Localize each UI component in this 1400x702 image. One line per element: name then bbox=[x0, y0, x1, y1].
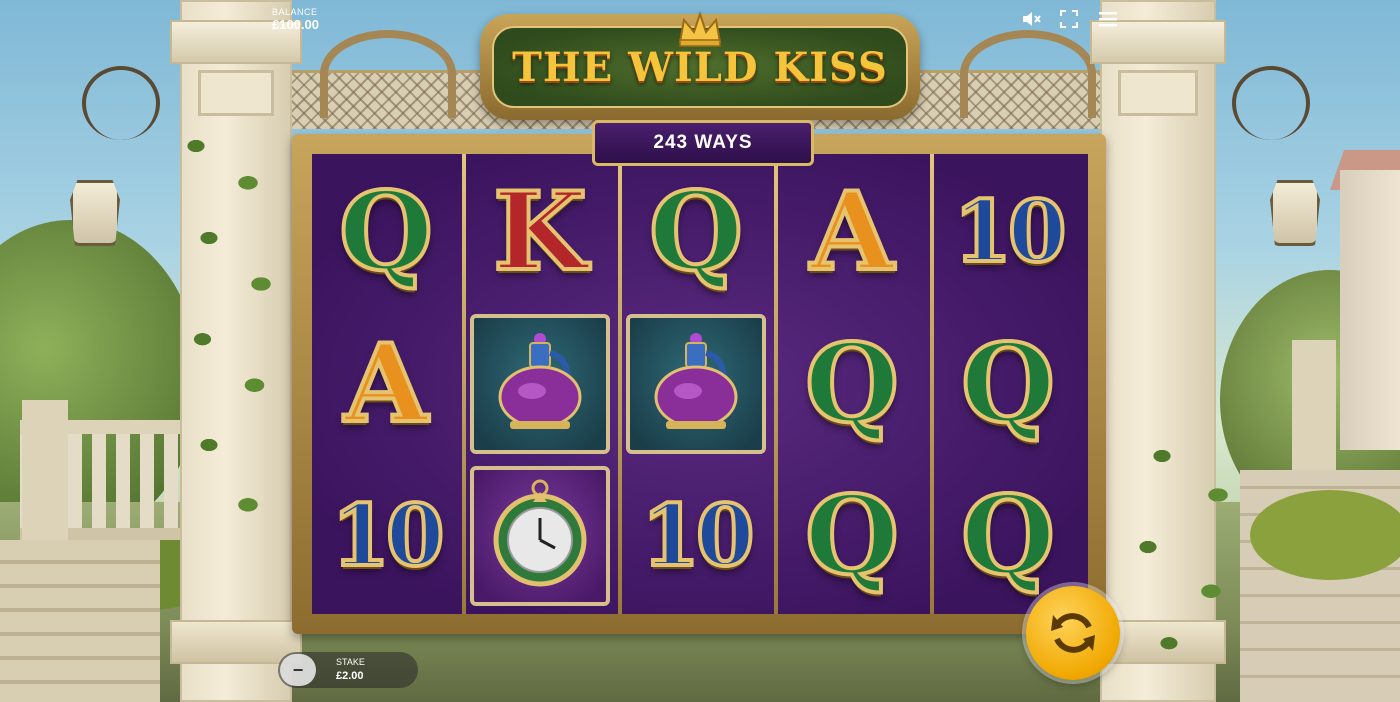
stake-label: STAKE bbox=[336, 657, 365, 667]
symbol-label: Q bbox=[959, 321, 1057, 447]
symbol-q: Q bbox=[778, 310, 926, 458]
decrease-stake-button[interactable]: − bbox=[280, 654, 316, 686]
fullscreen-icon[interactable] bbox=[1058, 8, 1080, 30]
symbol-label: A bbox=[342, 321, 430, 447]
symbol-q: Q bbox=[622, 158, 770, 306]
symbol-a: A bbox=[312, 310, 460, 458]
symbol-ten: 10 bbox=[934, 158, 1082, 306]
balustrade-post-left bbox=[22, 400, 68, 540]
symbol-q: Q bbox=[312, 158, 460, 306]
potion-symbol-icon bbox=[622, 310, 770, 458]
ways-label: 243 WAYS bbox=[653, 132, 753, 153]
ivy-vine-right bbox=[1120, 430, 1260, 690]
symbol-k: K bbox=[466, 158, 614, 306]
symbol-ten: 10 bbox=[622, 462, 770, 610]
stairs-left bbox=[0, 540, 160, 702]
spin-button[interactable] bbox=[1026, 586, 1120, 680]
ivy-vine-left bbox=[170, 100, 300, 560]
balustrade-post-right bbox=[1292, 340, 1336, 470]
spin-arrows-icon bbox=[1051, 613, 1095, 653]
symbol-label: Q bbox=[803, 473, 901, 599]
crown-icon bbox=[678, 10, 722, 47]
symbol-label: K bbox=[491, 169, 589, 295]
symbol-label: Q bbox=[803, 321, 901, 447]
symbol-label: Q bbox=[959, 473, 1057, 599]
lantern-right-icon bbox=[1232, 66, 1322, 250]
symbol-q: Q bbox=[934, 310, 1082, 458]
speaker-muted-icon[interactable] bbox=[1020, 8, 1042, 30]
pocket-watch-symbol-icon bbox=[466, 462, 614, 610]
gate-scroll-left bbox=[320, 30, 456, 118]
symbol-label: Q bbox=[337, 169, 435, 295]
symbol-a: A bbox=[778, 158, 926, 306]
hamburger-menu-icon[interactable] bbox=[1097, 8, 1119, 30]
lantern-left-icon bbox=[62, 66, 160, 250]
gate-scroll-right bbox=[960, 30, 1096, 118]
symbol-label: 10 bbox=[640, 486, 757, 585]
symbol-label: A bbox=[808, 169, 896, 295]
symbol-label: 10 bbox=[952, 182, 1069, 281]
bush-right bbox=[1250, 490, 1400, 580]
symbol-label: 10 bbox=[330, 486, 447, 585]
potion-symbol-icon bbox=[466, 310, 614, 458]
ways-banner: 243 WAYS bbox=[592, 120, 814, 166]
symbol-q: Q bbox=[778, 462, 926, 610]
symbol-ten: 10 bbox=[312, 462, 460, 610]
stake-value: £2.00 bbox=[336, 670, 364, 682]
balance-value: £100.00 bbox=[272, 17, 319, 32]
pavilion-right bbox=[1340, 170, 1400, 450]
symbol-label: Q bbox=[647, 169, 745, 295]
balance-label: BALANCE bbox=[272, 7, 318, 17]
game-title: THE WILD KISS bbox=[512, 43, 888, 91]
